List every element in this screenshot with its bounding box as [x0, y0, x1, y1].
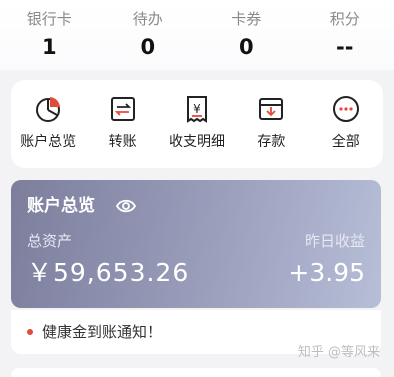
action-statement[interactable]: ¥ 收支明细	[162, 80, 232, 150]
stat-value: --	[336, 35, 354, 59]
notice-dot	[27, 329, 33, 335]
more-dots-icon	[332, 96, 359, 122]
stat-label: 银行卡	[26, 10, 72, 28]
deposit-icon	[259, 98, 284, 120]
action-all[interactable]: 全部	[311, 80, 381, 150]
pie-chart-icon	[36, 97, 61, 122]
yesterday-income-value: +3.95	[288, 258, 365, 287]
action-label: 收支明细	[168, 134, 225, 150]
action-deposit[interactable]: 存款	[236, 80, 306, 150]
action-account-overview[interactable]: 账户总览	[13, 80, 83, 150]
stat-coupons[interactable]: 卡券 0	[206, 0, 286, 58]
transfer-icon	[110, 97, 135, 121]
stat-value: 0	[238, 35, 254, 59]
notice-text: 健康金到账通知！	[42, 323, 163, 341]
svg-text:¥: ¥	[193, 102, 201, 116]
action-label: 全部	[331, 134, 360, 150]
stat-value: 0	[140, 35, 156, 59]
stat-todo[interactable]: 待办 0	[108, 0, 188, 58]
yesterday-income-label: 昨日收益	[304, 232, 365, 250]
action-label: 账户总览	[20, 134, 77, 150]
action-transfer[interactable]: 转账	[88, 80, 158, 150]
watermark: 知乎 @等风来	[297, 345, 380, 360]
card-title: 账户总览	[27, 196, 95, 216]
action-label: 转账	[108, 134, 137, 150]
stat-label: 积分	[329, 10, 360, 28]
total-assets-label: 总资产	[27, 232, 73, 250]
stat-value: 1	[41, 35, 57, 59]
stats-bar: 银行卡 1 待办 0 卡券 0 积分 --	[0, 0, 394, 70]
quick-actions: 账户总览 转账 ¥ 收支明细 存款 全部	[11, 80, 383, 168]
eye-icon[interactable]	[116, 197, 136, 215]
next-card-edge	[11, 368, 381, 377]
total-assets-value: ￥59,653.26	[27, 258, 190, 287]
receipt-yen-icon: ¥	[186, 96, 207, 123]
action-label: 存款	[257, 134, 286, 150]
stat-points[interactable]: 积分 --	[305, 0, 385, 58]
stat-label: 卡券	[231, 10, 262, 28]
stat-bank-cards[interactable]: 银行卡 1	[9, 0, 89, 58]
stat-label: 待办	[132, 10, 163, 28]
account-overview-card[interactable]: 账户总览 总资产 昨日收益 ￥59,653.26 +3.95	[11, 180, 381, 308]
